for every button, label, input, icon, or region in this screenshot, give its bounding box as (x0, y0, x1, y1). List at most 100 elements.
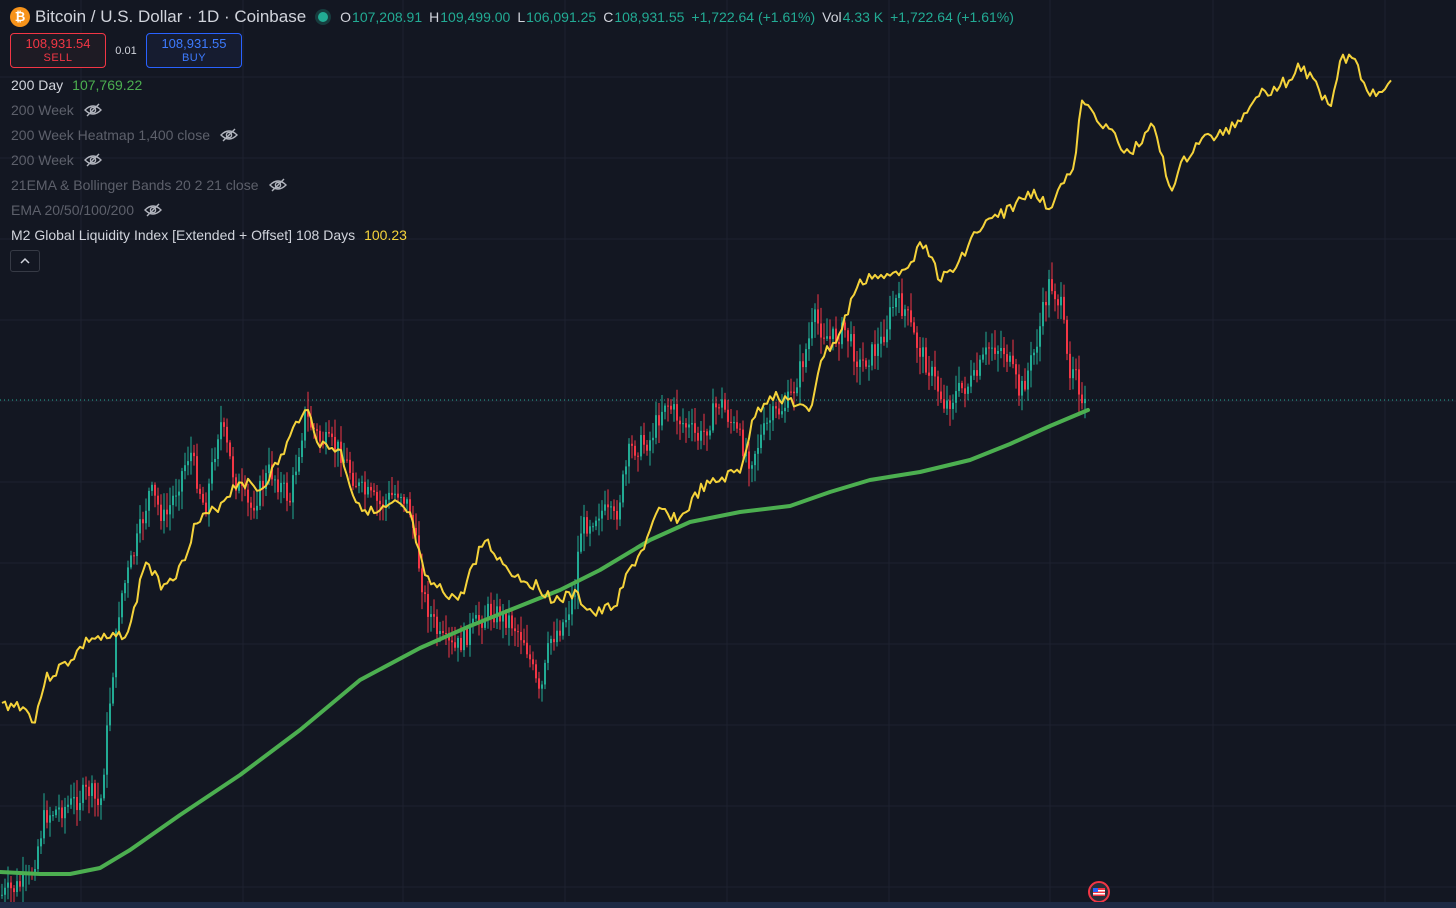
candle-body (358, 482, 360, 486)
candle-body (955, 391, 957, 403)
candle-body (763, 423, 765, 435)
sell-price: 108,931.54 (25, 35, 91, 51)
candle-body (61, 807, 63, 819)
candle-body (856, 361, 858, 367)
eye-off-icon[interactable] (83, 103, 102, 117)
candle-body (538, 678, 540, 689)
indicator-legend-m2[interactable]: M2 Global Liquidity Index [Extended + Of… (11, 225, 407, 245)
bitcoin-icon[interactable]: ₿ (10, 7, 30, 27)
candle-body (790, 391, 792, 393)
candle-body (517, 631, 519, 633)
candle-body (49, 815, 51, 823)
us-flag-event-icon[interactable] (1087, 880, 1111, 904)
candle-body (1060, 296, 1062, 306)
candle-body (580, 533, 582, 552)
candle-body (376, 491, 378, 501)
buy-button[interactable]: 108,931.55 BUY (146, 33, 242, 68)
candle-body (676, 404, 678, 421)
candle-body (22, 873, 24, 887)
candle-body (136, 533, 138, 557)
candle-body (1075, 369, 1077, 371)
candle-body (184, 465, 186, 472)
candle-body (1054, 291, 1056, 300)
candle-body (58, 807, 60, 810)
candle-body (79, 802, 81, 811)
eye-off-icon[interactable] (83, 153, 102, 167)
candle-body (1012, 355, 1014, 365)
indicator-legend-ma200[interactable]: 200 Day 107,769.22 (11, 75, 142, 95)
candle-body (1021, 380, 1023, 396)
candle-body (226, 426, 228, 443)
open-value: 107,208.91 (352, 9, 423, 25)
candle-body (277, 479, 279, 493)
candle-body (1018, 374, 1020, 396)
indicator-legend-200-week-heatmap[interactable]: 200 Week Heatmap 1,400 close (11, 125, 238, 145)
candle-body (121, 593, 123, 618)
low-label: L (517, 9, 526, 25)
sell-label: SELL (43, 51, 73, 64)
candle-body (1045, 302, 1047, 306)
candle-body (10, 882, 12, 889)
candle-body (631, 443, 633, 446)
candle-body (610, 506, 612, 508)
candle-body (916, 332, 918, 348)
candle-body (190, 452, 192, 462)
candle-body (94, 783, 96, 799)
candle-body (583, 517, 585, 534)
indicator-value: 100.23 (364, 227, 407, 243)
candle-body (70, 798, 72, 805)
candle-body (550, 638, 552, 644)
symbol-title[interactable]: Bitcoin / U.S. Dollar · 1D · Coinbase (35, 7, 306, 27)
candle-body (295, 471, 297, 476)
candle-body (1006, 354, 1008, 362)
candle-body (1039, 326, 1041, 347)
candle-body (838, 341, 840, 345)
candle-body (229, 442, 231, 457)
candle-body (721, 399, 723, 408)
candle-body (865, 360, 867, 367)
collapse-legend-button[interactable] (10, 250, 40, 272)
candle-body (844, 322, 846, 331)
candle-body (103, 774, 105, 799)
candle-body (76, 796, 78, 811)
indicator-legend-200-week-2[interactable]: 200 Week (11, 150, 102, 170)
candle-body (703, 430, 705, 432)
candle-body (553, 638, 555, 643)
indicator-legend-ema-bollinger[interactable]: 21EMA & Bollinger Bands 20 2 21 close (11, 175, 287, 195)
candle-body (145, 510, 147, 524)
eye-off-icon[interactable] (144, 203, 162, 217)
eye-off-icon[interactable] (219, 128, 238, 142)
chevron-up-icon (20, 257, 30, 264)
candle-body (934, 366, 936, 377)
candle-body (1063, 296, 1065, 320)
candle-body (547, 643, 549, 663)
indicator-name: 21EMA & Bollinger Bands 20 2 21 close (11, 177, 259, 193)
candle-body (7, 882, 9, 888)
candle-body (889, 307, 891, 330)
high-label: H (429, 9, 440, 25)
spread-value: 0.01 (115, 44, 137, 57)
candle-body (319, 430, 321, 442)
eye-off-icon[interactable] (268, 178, 287, 192)
candle-body (199, 488, 201, 494)
candle-body (166, 509, 168, 515)
candle-body (169, 505, 171, 515)
candle-body (397, 493, 399, 498)
candle-body (910, 310, 912, 323)
candle-body (658, 415, 660, 426)
candle-body (85, 784, 87, 787)
indicator-legend-ema-ribbon[interactable]: EMA 20/50/100/200 (11, 200, 162, 220)
candle-body (259, 480, 261, 506)
candle-body (1057, 299, 1059, 306)
sell-button[interactable]: 108,931.54 SELL (10, 33, 106, 68)
candle-body (652, 437, 654, 441)
candle-body (1033, 352, 1035, 356)
candle-body (850, 334, 852, 342)
candle-body (4, 887, 6, 895)
candle-body (748, 451, 750, 469)
indicator-legend-200-week[interactable]: 200 Week (11, 100, 102, 120)
candle-body (406, 499, 408, 504)
candle-body (907, 309, 909, 311)
candle-body (511, 615, 513, 629)
candle-body (682, 423, 684, 425)
